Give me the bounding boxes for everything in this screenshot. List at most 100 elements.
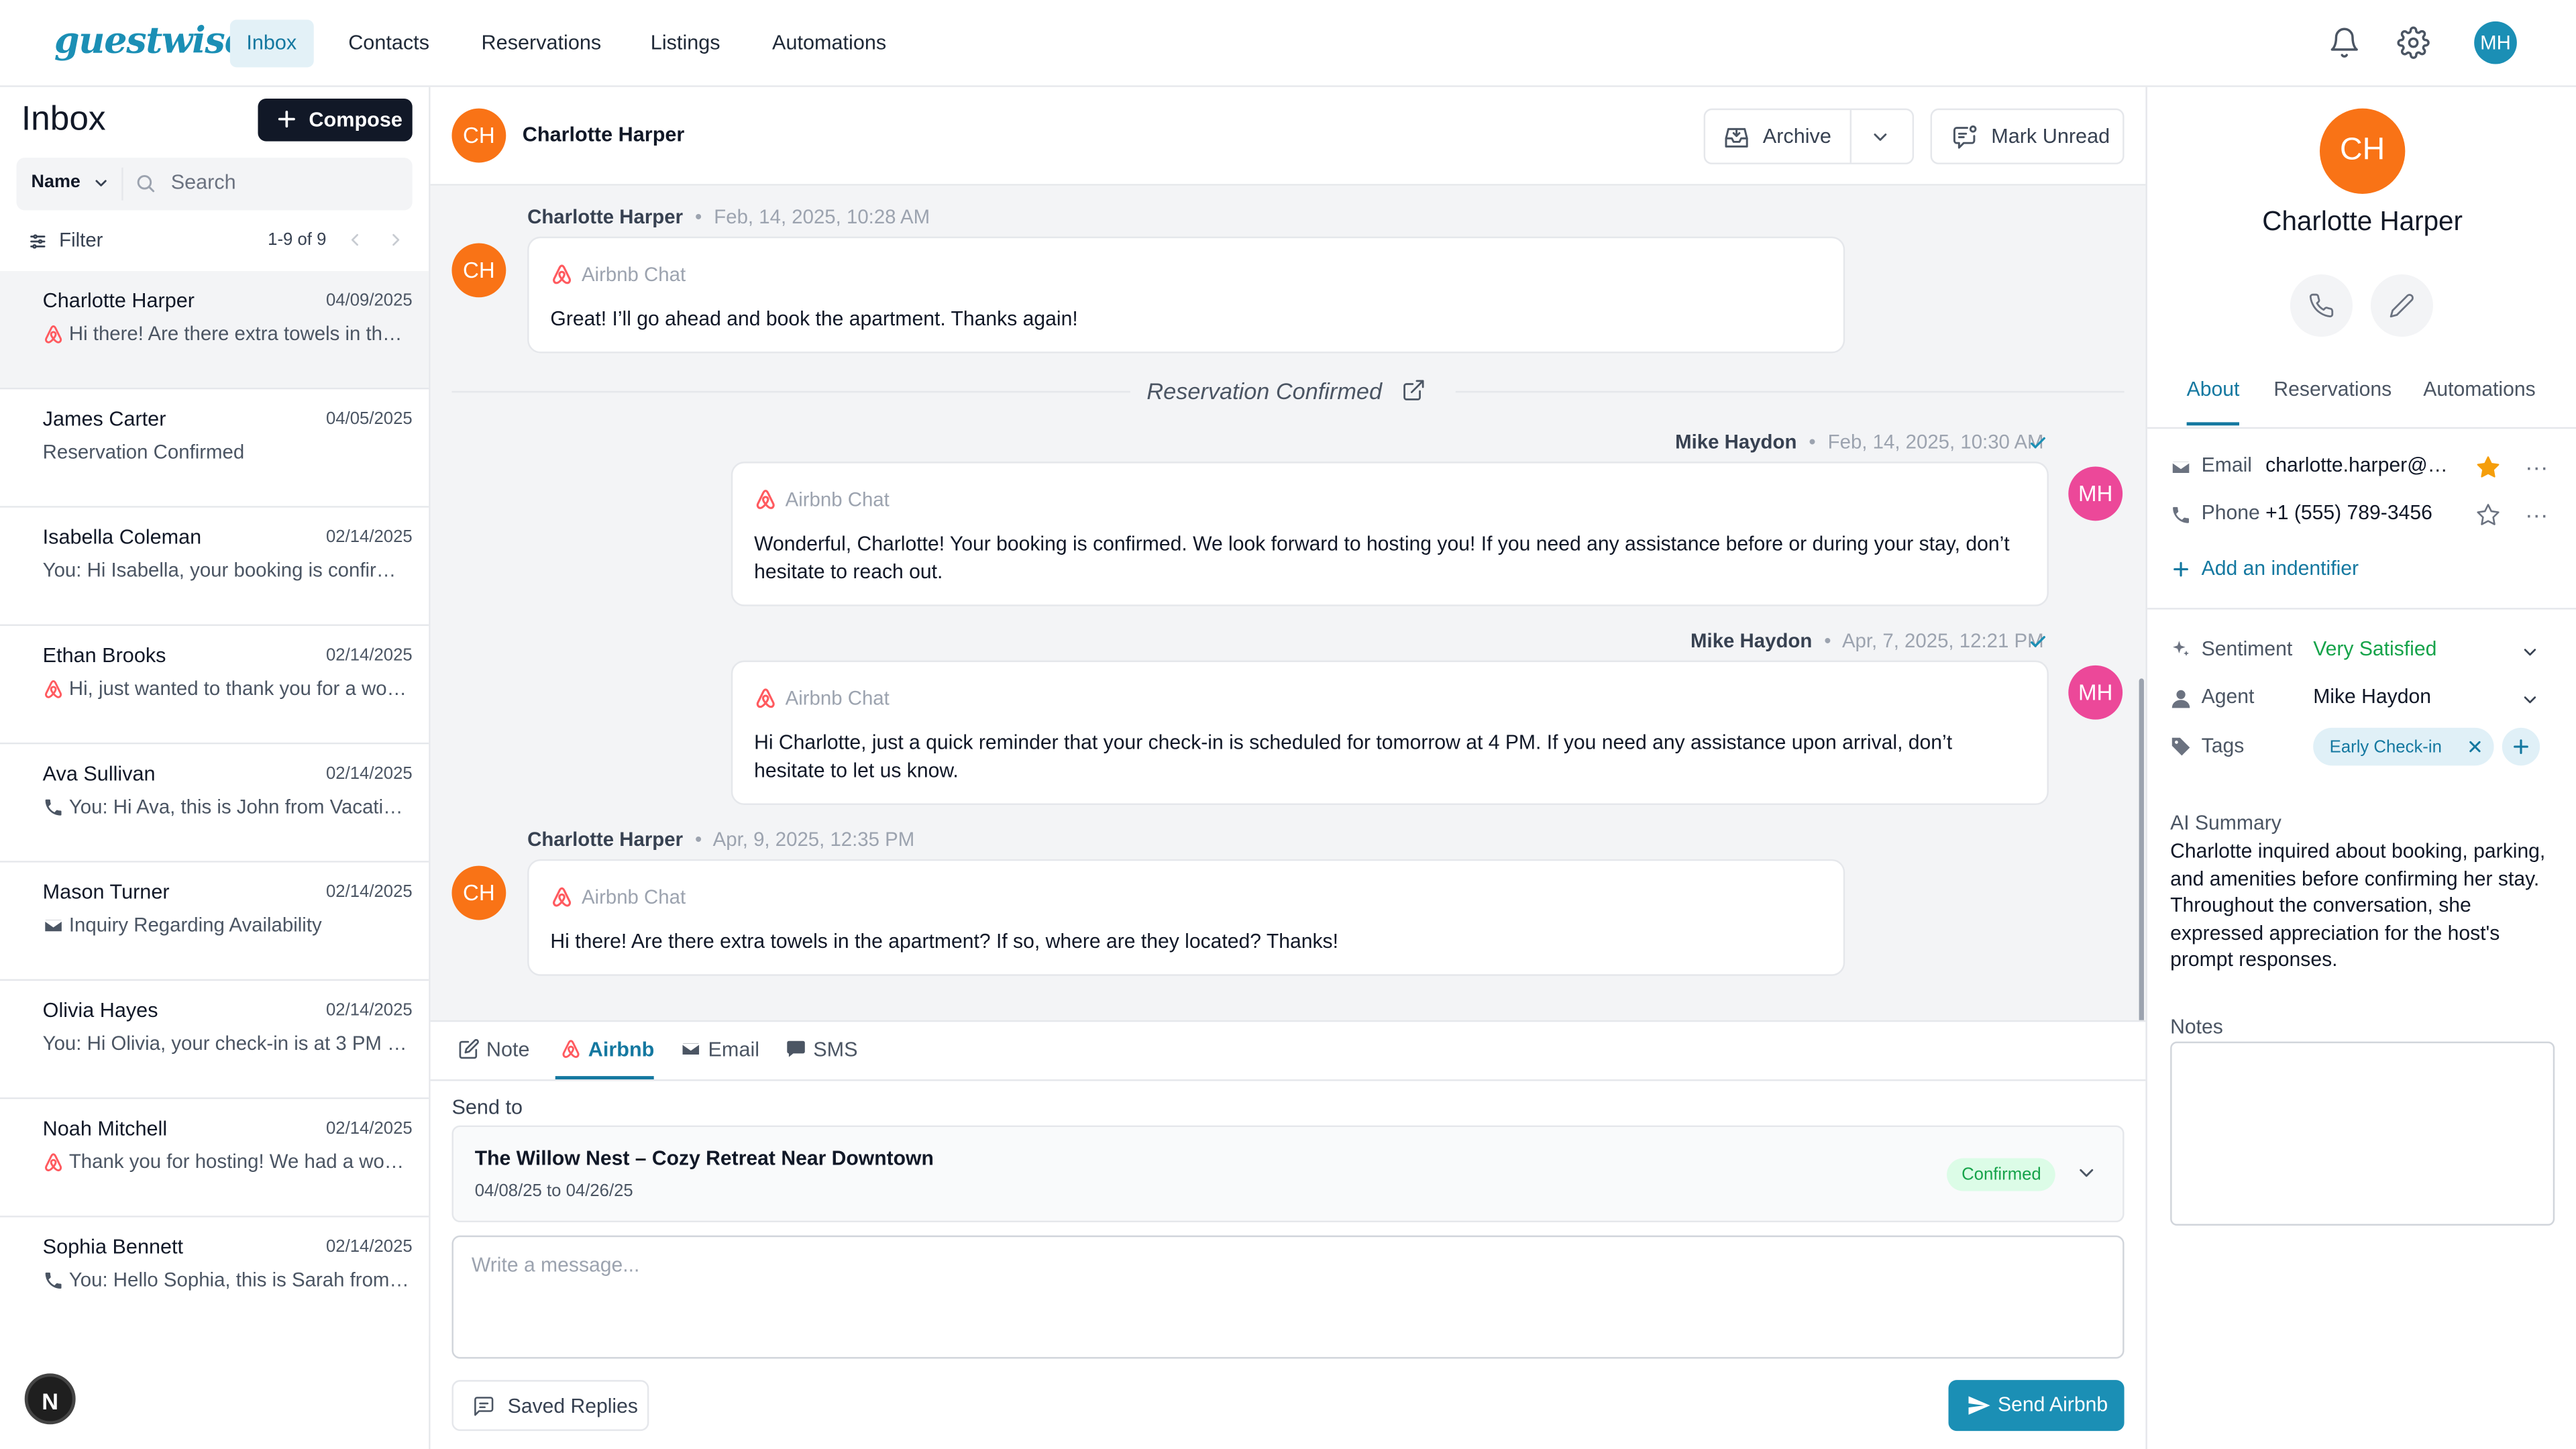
sort-dropdown[interactable]: Name — [31, 172, 107, 193]
star-filled-icon[interactable] — [2476, 455, 2501, 480]
conversation-date: 02/14/2025 — [325, 645, 413, 665]
chat-icon — [472, 1395, 496, 1417]
conversation-date: 02/14/2025 — [325, 1000, 413, 1020]
conversation-date: 04/09/2025 — [325, 290, 413, 311]
conversation-name: Ava Sullivan — [42, 762, 156, 786]
phone-value[interactable]: +1 (555) 789-3456 — [2265, 501, 2432, 524]
more-options-icon[interactable]: ··· — [2525, 453, 2548, 480]
tab-airbnb[interactable]: Airbnb — [555, 1038, 654, 1079]
search-divider — [121, 167, 123, 201]
sender-avatar: CH — [451, 243, 506, 298]
send-airbnb-button[interactable]: Send Airbnb — [1948, 1380, 2125, 1432]
conversation-preview: You: Hi Isabella, your booking is confir… — [42, 558, 409, 582]
conversation-item[interactable]: Isabella Coleman 02/14/2025 You: Hi Isab… — [0, 507, 429, 627]
conversation-item[interactable]: Charlotte Harper 04/09/2025 Hi there! Ar… — [0, 271, 429, 390]
sentiment-label: Sentiment — [2201, 637, 2293, 661]
filter-label: Filter — [59, 228, 103, 252]
edit-contact-button[interactable] — [2370, 274, 2433, 337]
archive-button[interactable]: Archive — [1763, 110, 1831, 162]
message-placeholder: Write a message... — [471, 1253, 640, 1277]
user-avatar[interactable]: MH — [2474, 21, 2517, 64]
chevron-left-icon[interactable] — [345, 230, 364, 250]
tab-email-label: Email — [708, 1038, 760, 1062]
email-icon — [2170, 457, 2192, 478]
send-to-label: Send to — [451, 1095, 523, 1119]
chevron-down-icon[interactable] — [1870, 127, 1891, 148]
search-input[interactable]: Search — [171, 171, 236, 194]
notes-textarea[interactable] — [2170, 1041, 2555, 1226]
conversation-item[interactable]: Sophia Bennett 02/14/2025 You: Hello Sop… — [0, 1217, 429, 1336]
tab-airbnb-label: Airbnb — [588, 1038, 655, 1062]
edit-icon — [458, 1038, 480, 1060]
tab-reservations[interactable]: Reservations — [2273, 378, 2392, 400]
call-button[interactable] — [2290, 274, 2353, 337]
conversation-item[interactable]: Olivia Hayes 02/14/2025 You: Hi Olivia, … — [0, 981, 429, 1099]
top-navigation: guestwise Inbox Contacts Reservations Li… — [0, 0, 2576, 87]
conversation-name: Olivia Hayes — [42, 998, 158, 1022]
message-thread[interactable]: Charlotte Harper • Feb, 14, 2025, 10:28 … — [430, 185, 2146, 1110]
contact-avatar-large: CH — [2319, 108, 2406, 194]
airbnb-icon — [550, 885, 573, 908]
message-meta: Mike Haydon • Apr, 7, 2025, 12:21 PM — [1690, 629, 2043, 652]
sort-label: Name — [31, 172, 80, 193]
close-icon[interactable] — [2466, 738, 2484, 756]
dev-tools-badge[interactable]: N — [24, 1373, 76, 1425]
plus-icon — [2170, 559, 2192, 580]
gear-icon[interactable] — [2397, 26, 2433, 62]
channel-label: Airbnb Chat — [581, 262, 686, 286]
nav-contacts[interactable]: Contacts — [332, 19, 446, 67]
saved-replies-button[interactable]: Saved Replies — [451, 1380, 649, 1432]
message-time: Apr, 9, 2025, 12:35 PM — [712, 828, 915, 851]
star-outline-icon[interactable] — [2476, 502, 2501, 527]
nav-reservations[interactable]: Reservations — [465, 19, 618, 67]
conversation-preview: Reservation Confirmed — [42, 440, 245, 464]
message-text: Great! I’ll go ahead and book the apartm… — [550, 307, 1078, 331]
mark-unread-button[interactable]: Mark Unread — [1930, 108, 2125, 164]
conversation-name: Noah Mitchell — [42, 1117, 168, 1140]
conversation-preview: You: Hello Sophia, this is Sarah from th… — [68, 1268, 409, 1291]
pagination-count: 1-9 of 9 — [268, 229, 327, 250]
message-time: Apr, 7, 2025, 12:21 PM — [1841, 629, 2044, 653]
more-options-icon[interactable]: ··· — [2525, 501, 2548, 527]
chevron-down-icon[interactable] — [2520, 690, 2540, 710]
airbnb-icon — [550, 263, 573, 286]
sliders-icon — [28, 231, 48, 251]
chevron-down-icon[interactable] — [2520, 643, 2540, 662]
conversation-date: 02/14/2025 — [325, 882, 413, 902]
plus-icon — [274, 107, 299, 131]
nav-listings[interactable]: Listings — [634, 19, 737, 67]
compose-button[interactable]: Compose — [258, 98, 413, 142]
tag-icon — [2170, 736, 2192, 757]
phone-icon — [2308, 292, 2334, 319]
tab-automations[interactable]: Automations — [2423, 378, 2535, 400]
message-unread-icon — [1950, 123, 1980, 152]
message-sender: Mike Haydon — [1675, 430, 1797, 453]
agent-value[interactable]: Mike Haydon — [2313, 685, 2431, 708]
conversation-item[interactable]: Ethan Brooks 02/14/2025 Hi, just wanted … — [0, 626, 429, 745]
tab-about[interactable]: About — [2186, 378, 2240, 426]
listing-selector[interactable]: The Willow Nest – Cozy Retreat Near Down… — [451, 1125, 2125, 1223]
add-tag-button[interactable] — [2502, 727, 2540, 766]
ai-summary-text: Charlotte inquired about booking, parkin… — [2170, 839, 2546, 971]
external-link-icon[interactable] — [1401, 378, 1426, 402]
sentiment-value[interactable]: Very Satisfied — [2313, 637, 2436, 660]
listing-dates: 04/08/25 to 04/26/25 — [474, 1181, 633, 1201]
conversation-name: Ethan Brooks — [42, 644, 166, 667]
nav-automations[interactable]: Automations — [756, 19, 903, 67]
conversation-item[interactable]: Mason Turner 02/14/2025 Inquiry Regardin… — [0, 862, 429, 981]
nav-inbox[interactable]: Inbox — [229, 19, 313, 68]
email-value[interactable]: charlotte.harper@example.com — [2265, 453, 2458, 476]
send-icon — [1966, 1393, 1991, 1418]
bell-icon[interactable] — [2328, 26, 2364, 62]
conversation-item[interactable]: James Carter 04/05/2025 Reservation Conf… — [0, 389, 429, 508]
chevron-right-icon[interactable] — [386, 230, 406, 250]
search-bar: Name Search — [16, 158, 413, 211]
conversation-item[interactable]: Ava Sullivan 02/14/2025 You: Hi Ava, thi… — [0, 744, 429, 863]
mark-unread-label: Mark Unread — [1991, 125, 2110, 148]
conversation-name: Mason Turner — [42, 880, 170, 904]
guestwise-logo[interactable]: guestwise — [54, 19, 248, 62]
message-input[interactable]: Write a message... — [451, 1235, 2125, 1359]
read-check-icon — [2027, 432, 2049, 453]
tab-sms-label: SMS — [813, 1038, 858, 1062]
conversation-item[interactable]: Noah Mitchell 02/14/2025 Thank you for h… — [0, 1099, 429, 1218]
